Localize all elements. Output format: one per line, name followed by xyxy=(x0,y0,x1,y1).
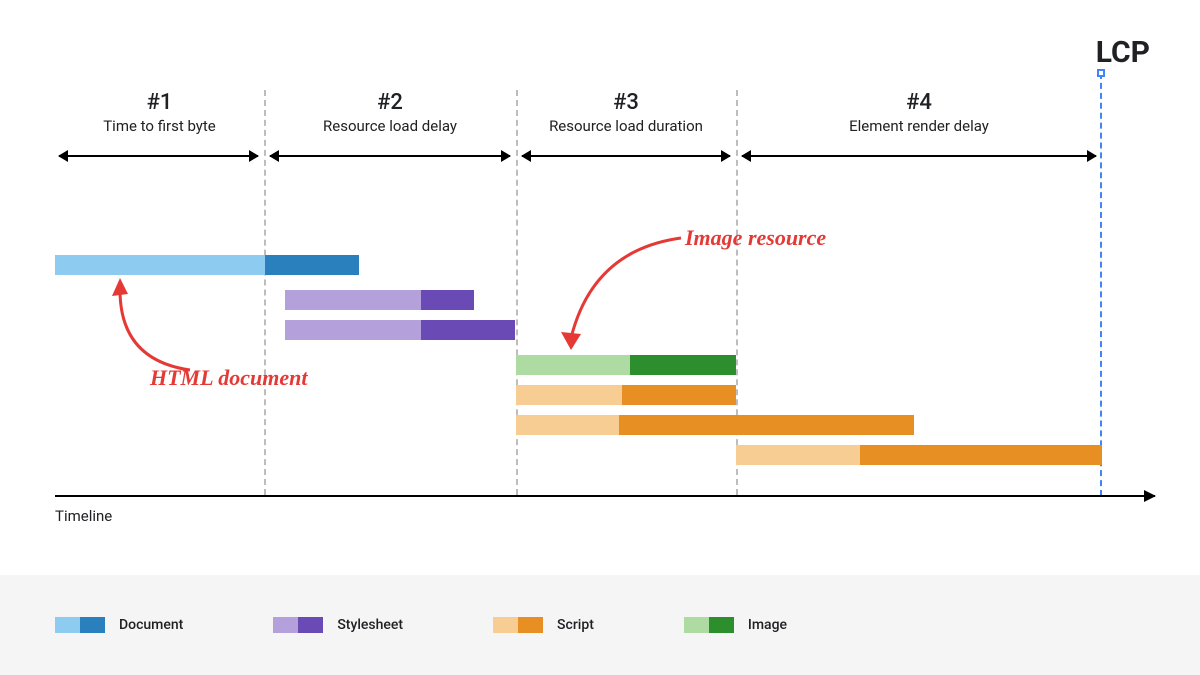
section-number: #3 xyxy=(516,90,736,115)
annotation-html-document: HTML document xyxy=(150,365,307,391)
bar-stylesheet-1 xyxy=(285,290,474,310)
legend-label: Image xyxy=(748,617,787,633)
bar-light-segment xyxy=(285,290,421,310)
lcp-marker-line xyxy=(1100,73,1102,496)
bar-image xyxy=(516,355,736,375)
section-header-4: #4 Element render delay xyxy=(736,90,1102,135)
bar-light-segment xyxy=(285,320,421,340)
annotation-arrow-html xyxy=(100,270,220,380)
section-number: #1 xyxy=(55,90,264,115)
bar-dark-segment xyxy=(860,445,1102,465)
section-label: Element render delay xyxy=(736,117,1102,135)
bar-light-segment xyxy=(516,355,630,375)
range-arrow-1 xyxy=(59,155,258,157)
bar-dark-segment xyxy=(265,255,359,275)
bar-light-segment xyxy=(736,445,860,465)
bar-script-1 xyxy=(516,385,736,405)
annotation-arrow-image xyxy=(553,230,693,355)
bar-dark-segment xyxy=(630,355,736,375)
lcp-marker-tick xyxy=(1097,69,1105,77)
annotation-image-resource: Image resource xyxy=(685,225,826,251)
lcp-waterfall-chart: LCP #1 Time to first byte #2 Resource lo… xyxy=(55,45,1150,515)
legend: Document Stylesheet Script Image xyxy=(0,575,1200,675)
section-header-2: #2 Resource load delay xyxy=(264,90,516,135)
bar-dark-segment xyxy=(421,320,515,340)
range-arrow-2 xyxy=(270,155,510,157)
range-arrow-4 xyxy=(742,155,1096,157)
range-arrow-3 xyxy=(522,155,730,157)
timeline-axis xyxy=(55,495,1155,497)
legend-label: Script xyxy=(557,617,594,633)
section-divider-1 xyxy=(264,90,266,495)
legend-item-script: Script xyxy=(493,617,594,633)
section-number: #4 xyxy=(736,90,1102,115)
legend-swatch xyxy=(273,617,323,633)
legend-swatch xyxy=(493,617,543,633)
legend-item-stylesheet: Stylesheet xyxy=(273,617,403,633)
section-label: Time to first byte xyxy=(55,117,264,135)
legend-swatch xyxy=(684,617,734,633)
bar-light-segment xyxy=(516,415,619,435)
section-number: #2 xyxy=(264,90,516,115)
section-header-3: #3 Resource load duration xyxy=(516,90,736,135)
legend-swatch xyxy=(55,617,105,633)
section-label: Resource load duration xyxy=(516,117,736,135)
legend-item-document: Document xyxy=(55,617,183,633)
legend-item-image: Image xyxy=(684,617,787,633)
lcp-title: LCP xyxy=(1096,35,1150,70)
bar-script-2 xyxy=(516,415,914,435)
bar-dark-segment xyxy=(421,290,474,310)
section-label: Resource load delay xyxy=(264,117,516,135)
bar-light-segment xyxy=(55,255,265,275)
bar-script-3 xyxy=(736,445,1102,465)
bar-document xyxy=(55,255,359,275)
bar-stylesheet-2 xyxy=(285,320,515,340)
bar-dark-segment xyxy=(619,415,914,435)
bar-light-segment xyxy=(516,385,622,405)
section-header-1: #1 Time to first byte xyxy=(55,90,264,135)
timeline-axis-label: Timeline xyxy=(55,507,112,525)
legend-label: Stylesheet xyxy=(337,617,403,633)
legend-label: Document xyxy=(119,617,183,633)
bar-dark-segment xyxy=(622,385,736,405)
